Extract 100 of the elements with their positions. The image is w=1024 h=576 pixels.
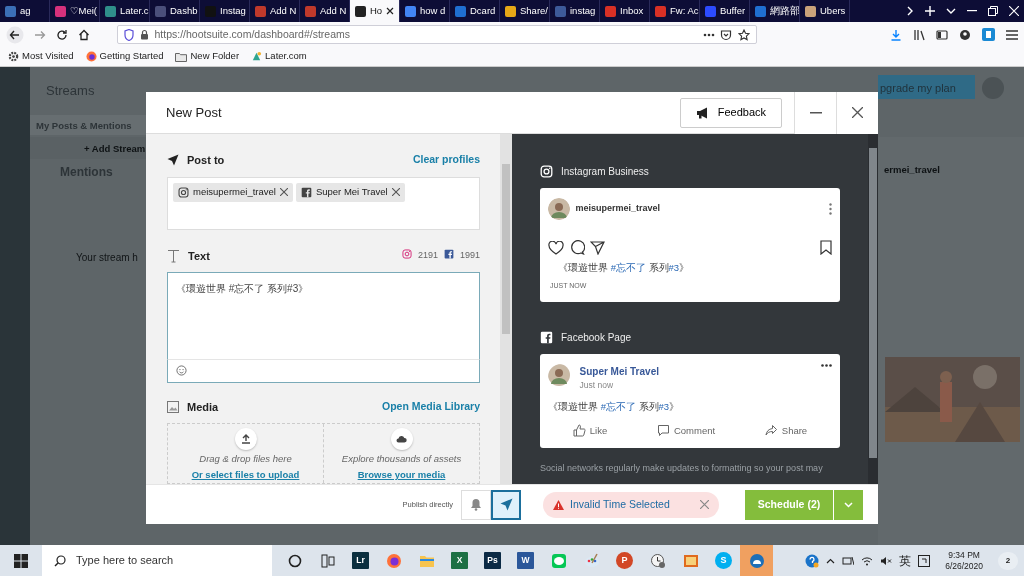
post-time: Just now (579, 378, 615, 392)
upload-link[interactable]: Or select files to upload (191, 468, 300, 483)
taskbar-app[interactable]: Ps (476, 545, 509, 576)
tab-favicon-icon (55, 5, 66, 17)
more-icon[interactable] (821, 363, 832, 367)
extension-icon[interactable] (982, 28, 995, 41)
restore-icon[interactable] (987, 6, 998, 16)
clock-date[interactable]: 6/26/2020 (945, 560, 983, 572)
library-icon[interactable] (913, 28, 925, 41)
caret-icon (844, 501, 853, 508)
dismiss-button[interactable] (700, 500, 709, 509)
image-icon (167, 400, 179, 413)
remove-icon[interactable] (279, 188, 288, 196)
heart-icon[interactable] (548, 240, 564, 255)
back-icon[interactable] (6, 25, 24, 44)
keyboard-icon[interactable] (918, 554, 931, 567)
drop-zone[interactable]: Explore thousands of assets Browse your media (323, 424, 479, 483)
feedback-button[interactable]: Feedback (679, 97, 782, 128)
wifi-icon[interactable] (861, 555, 874, 566)
send-icon[interactable] (590, 240, 605, 255)
instagram-icon (401, 249, 412, 260)
network-icon[interactable] (842, 555, 855, 566)
input-language-indicator[interactable]: 英 (899, 551, 912, 570)
profile-chip[interactable]: Super Mei Travel (295, 182, 405, 202)
taskbar-app[interactable]: X (443, 545, 476, 576)
drop-zone[interactable]: Drag & drop files here Or select files to upload (168, 424, 323, 483)
taskbar-app[interactable]: P (608, 545, 641, 576)
comment-icon[interactable] (569, 240, 585, 255)
picture-frame-icon (682, 552, 699, 569)
browser-icon (385, 552, 402, 569)
bookmark[interactable]: Later.com (251, 49, 307, 64)
bookmark-logo-icon (251, 51, 263, 62)
remove-icon[interactable] (391, 188, 400, 196)
chevron-down-icon[interactable] (945, 7, 956, 15)
close-icon (700, 500, 709, 509)
drop-hint: Explore thousands of assets (341, 452, 462, 467)
taskbar-search-field[interactable]: Type here to search (42, 545, 272, 576)
menu-icon[interactable] (1006, 29, 1018, 40)
more-vertical-icon[interactable] (829, 203, 832, 215)
tab-favicon-icon (155, 5, 166, 17)
reload-icon[interactable] (56, 28, 68, 41)
home-icon[interactable] (78, 28, 90, 41)
taskbar-app[interactable]: Lr (344, 545, 377, 576)
scrollbar[interactable] (868, 134, 878, 484)
page-name: Super Mei Travel (579, 364, 659, 379)
bookmark-icon[interactable] (820, 240, 832, 255)
character-count: 2191 (417, 249, 438, 263)
send-icon (499, 498, 513, 511)
download-icon[interactable] (890, 28, 902, 41)
sidebar-icon[interactable] (936, 28, 948, 41)
profile-chip[interactable]: meisupermei_travel (173, 182, 293, 202)
profile-field[interactable]: meisupermei_travel Super Mei Travel (167, 176, 480, 230)
character-count: 1991 (459, 249, 480, 263)
tab-favicon-icon (205, 5, 216, 17)
pocket-icon[interactable] (720, 28, 732, 41)
section-label: Post to (187, 153, 225, 168)
new-tab-icon[interactable] (924, 6, 935, 16)
clear-profiles-link[interactable]: Clear profiles (412, 152, 480, 169)
globe-icon (85, 51, 97, 62)
scrollbar[interactable] (500, 134, 512, 484)
browser-tab[interactable]: Ho (350, 0, 400, 22)
minimize-icon[interactable] (966, 10, 977, 12)
drop-hint: Drag & drop files here (199, 452, 292, 467)
disclaimer-text: Social networks regularly make updates to formatting so your post may (540, 462, 824, 475)
minimize-button[interactable] (794, 91, 836, 134)
clock-time[interactable]: 9:34 PM (945, 549, 983, 561)
volume-muted-icon[interactable] (880, 555, 893, 566)
tab-favicon-icon (355, 5, 366, 17)
star-icon[interactable] (737, 28, 750, 41)
more-icon[interactable] (702, 32, 715, 37)
send-icon (167, 154, 179, 167)
tab-favicon-icon (705, 5, 716, 17)
post-text-field[interactable]: 《環遊世界 #忘不了 系列#3》 (167, 272, 480, 359)
notification-badge[interactable]: 2 (998, 551, 1018, 570)
open-media-library-link[interactable]: Open Media Library (381, 398, 480, 415)
close-icon[interactable] (386, 7, 395, 15)
emoji-icon[interactable] (176, 365, 187, 377)
help-icon[interactable] (805, 553, 820, 568)
windows-icon (14, 553, 28, 568)
section-label: Media (187, 399, 219, 415)
account-icon[interactable] (959, 28, 971, 41)
upload-link[interactable]: Browse your media (357, 468, 446, 483)
instagram-icon (178, 186, 189, 198)
chevron-up-icon[interactable] (826, 557, 836, 564)
tab-favicon-icon (455, 5, 466, 17)
tab-favicon-icon (755, 5, 766, 17)
column-title: ermei_travel (884, 163, 940, 177)
palette-icon (583, 552, 600, 569)
bookmark[interactable]: New Folder (175, 49, 240, 64)
bookmark[interactable]: Most Visited (8, 49, 74, 64)
publish-mode-toggle[interactable] (491, 489, 521, 520)
address-bar[interactable]: https://hootsuite.com/dashboard#/streams (116, 25, 757, 44)
tab-favicon-icon (555, 5, 566, 17)
preview-action: Comment (656, 423, 716, 438)
close-button[interactable] (836, 91, 878, 134)
taskbar-app[interactable]: W (509, 545, 542, 576)
bookmark[interactable]: Getting Started (85, 49, 164, 64)
chevron-right-icon[interactable] (905, 6, 914, 16)
clock-icon (649, 552, 666, 569)
preview-action: Like (572, 423, 608, 438)
